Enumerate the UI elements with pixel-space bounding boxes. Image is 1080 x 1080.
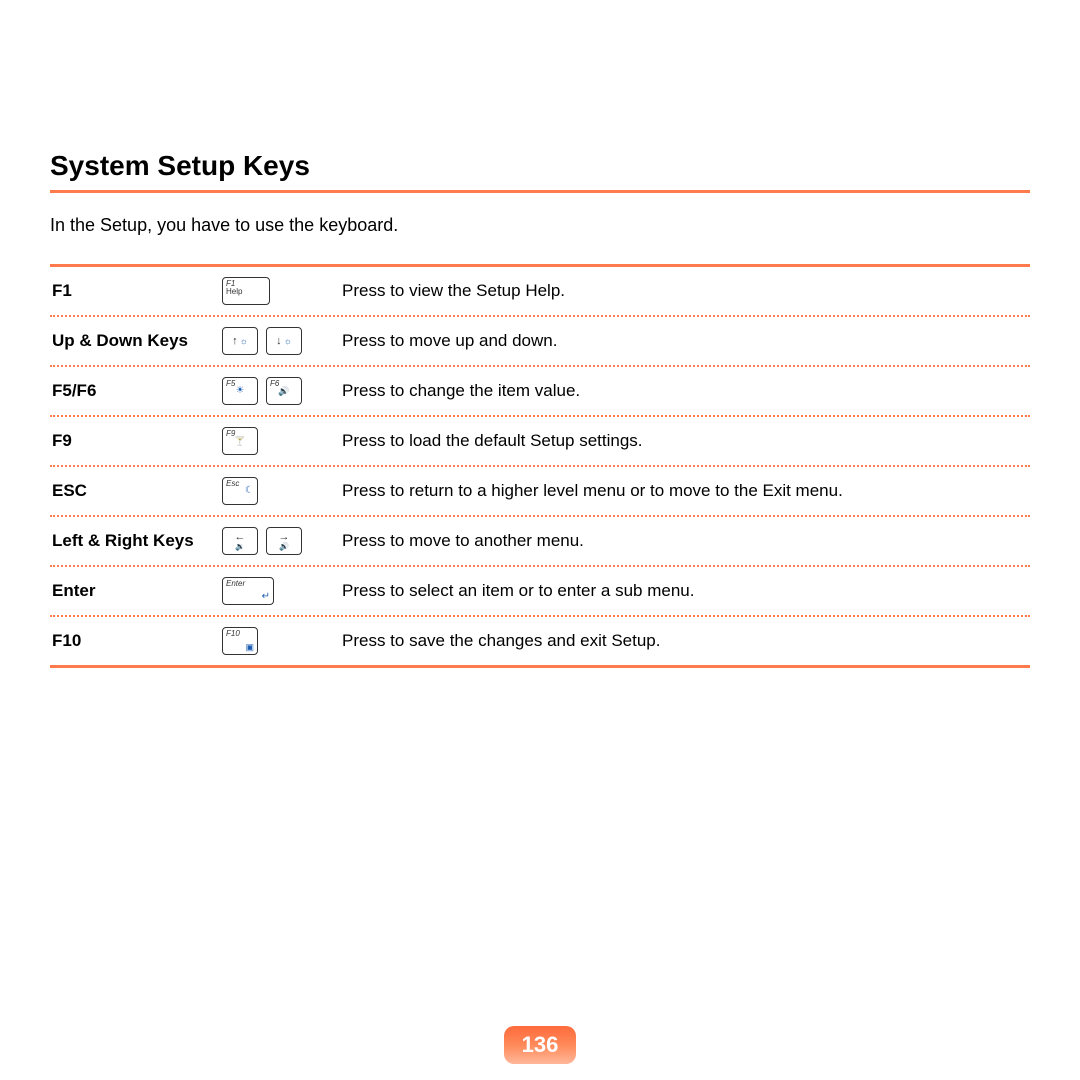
sleep-icon [245, 486, 254, 496]
key-name: ESC [50, 481, 222, 501]
etc-icon [245, 643, 254, 652]
key-name: Up & Down Keys [50, 331, 222, 351]
key-description: Press to move up and down. [342, 331, 1030, 351]
key-name: F10 [50, 631, 222, 651]
keycap-enter-icon: Enter [222, 577, 274, 605]
setup-keys-table: F1 F1 Help Press to view the Setup Help.… [50, 264, 1030, 668]
keycap-down-icon: ☼ [266, 327, 302, 355]
table-row: F9 F9 Press to load the default Setup se… [50, 417, 1030, 467]
key-icons: F1 Help [222, 277, 342, 305]
table-row: F1 F1 Help Press to view the Setup Help. [50, 267, 1030, 317]
keycap-f6-icon: F6 [266, 377, 302, 405]
key-icons: F5 F6 [222, 377, 342, 405]
keycap-f10-icon: F10 [222, 627, 258, 655]
intro-text: In the Setup, you have to use the keyboa… [50, 215, 1030, 236]
key-name: F9 [50, 431, 222, 451]
table-row: Enter Enter Press to select an item or t… [50, 567, 1030, 617]
key-icons: Esc [222, 477, 342, 505]
mute-icon [278, 387, 289, 396]
keycap-label-bottom: Help [226, 288, 266, 296]
table-row: F5/F6 F5 F6 Press to change the item val… [50, 367, 1030, 417]
table-row: ESC Esc Press to return to a higher leve… [50, 467, 1030, 517]
enter-arrow-icon [262, 592, 270, 602]
arrow-down-icon [276, 336, 282, 347]
arrow-up-icon [232, 336, 238, 347]
arrow-right-icon [279, 532, 290, 543]
key-description: Press to select an item or to enter a su… [342, 581, 1030, 601]
keycap-left-icon: 🔉 [222, 527, 258, 555]
document-page: System Setup Keys In the Setup, you have… [0, 0, 1080, 1080]
keycap-esc-icon: Esc [222, 477, 258, 505]
key-icons: F9 [222, 427, 342, 455]
page-number-badge: 136 [504, 1026, 576, 1064]
key-description: Press to move to another menu. [342, 531, 1030, 551]
page-number: 136 [522, 1032, 559, 1058]
key-name: F1 [50, 281, 222, 301]
key-icons: ☼ ☼ [222, 327, 342, 355]
key-description: Press to save the changes and exit Setup… [342, 631, 1030, 651]
key-name: Enter [50, 581, 222, 601]
wireless-icon [234, 437, 245, 446]
key-icons: F10 [222, 627, 342, 655]
table-row: Up & Down Keys ☼ ☼ Press to move up and … [50, 317, 1030, 367]
arrow-left-icon [235, 532, 246, 543]
keycap-right-icon: 🔊 [266, 527, 302, 555]
brightness-down-icon [236, 386, 245, 396]
table-row: Left & Right Keys 🔉 🔊 Press to move to a… [50, 517, 1030, 567]
key-icons: Enter [222, 577, 342, 605]
page-title: System Setup Keys [50, 150, 1030, 193]
table-row: F10 F10 Press to save the changes and ex… [50, 617, 1030, 665]
keycap-f5-icon: F5 [222, 377, 258, 405]
key-name: Left & Right Keys [50, 531, 222, 551]
keycap-f9-icon: F9 [222, 427, 258, 455]
key-description: Press to view the Setup Help. [342, 281, 1030, 301]
key-description: Press to return to a higher level menu o… [342, 481, 1030, 501]
keycap-f1-icon: F1 Help [222, 277, 270, 305]
key-description: Press to load the default Setup settings… [342, 431, 1030, 451]
key-name: F5/F6 [50, 381, 222, 401]
key-icons: 🔉 🔊 [222, 527, 342, 555]
keycap-up-icon: ☼ [222, 327, 258, 355]
key-description: Press to change the item value. [342, 381, 1030, 401]
